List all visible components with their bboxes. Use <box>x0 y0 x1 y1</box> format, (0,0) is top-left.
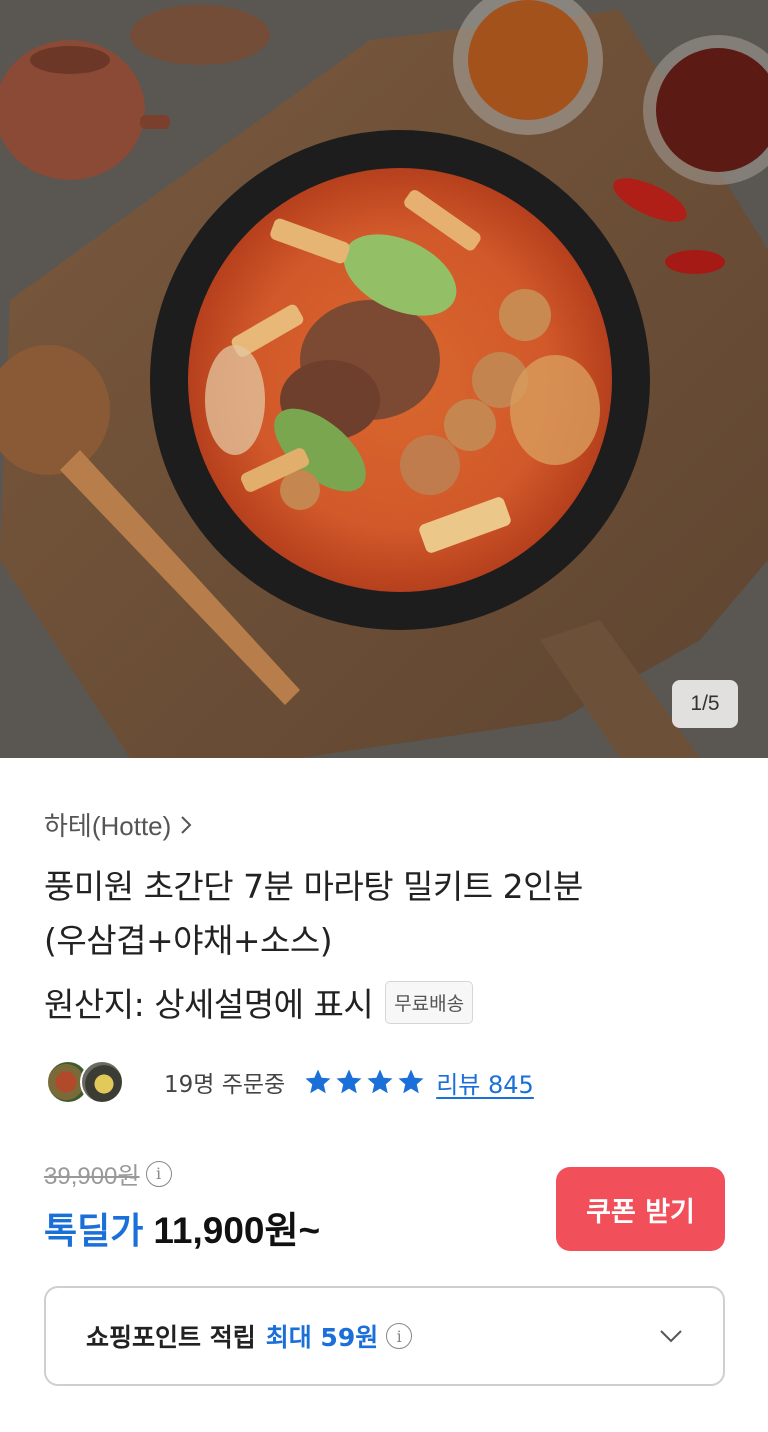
buyer-avatars <box>44 1058 128 1106</box>
star-icon <box>367 1069 393 1094</box>
deal-label: 톡딜가 <box>44 1211 144 1252</box>
product-title-line-2: (우삼겹+야채+소스) <box>44 921 333 960</box>
points-label: 쇼핑포인트 적립 <box>86 1323 256 1352</box>
original-price-row: 39,900원 i <box>44 1156 172 1191</box>
origin-row: 원산지: 상세설명에 표시 무료배송 <box>44 978 474 1026</box>
product-title-line-1: 풍미원 초간단 7분 마라탕 밀키트 2인분 <box>44 867 583 906</box>
chevron-right-icon <box>181 815 192 834</box>
chevron-down-icon <box>660 1330 682 1343</box>
shopping-points-accordion[interactable]: 쇼핑포인트 적립 최대 59원 i <box>44 1286 725 1386</box>
brand-link[interactable]: 하테(Hotte) <box>44 806 193 843</box>
star-icon <box>336 1069 362 1094</box>
info-icon[interactable]: i <box>386 1323 413 1349</box>
info-icon[interactable]: i <box>145 1160 172 1187</box>
deal-price: 11,900원~ <box>153 1210 321 1251</box>
star-icon <box>398 1069 424 1094</box>
image-pager: 1/5 <box>672 680 738 728</box>
review-link[interactable]: 리뷰 845 <box>436 1065 534 1100</box>
product-title: 풍미원 초간단 7분 마라탕 밀키트 2인분 (우삼겹+야채+소스) <box>44 860 724 968</box>
orders-count: 19명 주문중 <box>164 1072 286 1098</box>
product-image-gallery[interactable]: 1/5 <box>0 0 768 758</box>
points-max: 최대 59원 <box>265 1323 379 1352</box>
brand-name: 하테(Hotte) <box>44 811 172 841</box>
deal-price-row: 톡딜가 11,900원~ <box>44 1200 320 1254</box>
social-proof-row: 19명 주문중 리뷰 845 <box>44 1058 534 1106</box>
avatar <box>80 1060 124 1104</box>
star-icon <box>305 1069 331 1094</box>
coupon-button[interactable]: 쿠폰 받기 <box>556 1167 725 1251</box>
product-photo <box>0 0 768 758</box>
rating-stars <box>303 1067 426 1097</box>
origin-text: 원산지: 상세설명에 표시 <box>44 985 374 1024</box>
free-shipping-badge: 무료배송 <box>385 980 474 1024</box>
original-price: 39,900원 <box>44 1163 140 1190</box>
